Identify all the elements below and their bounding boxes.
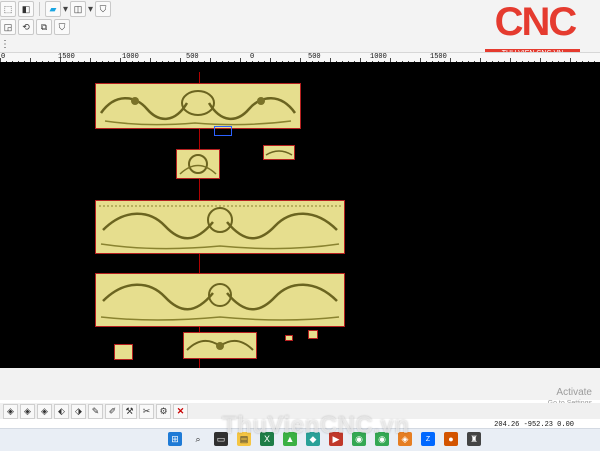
shield-icon[interactable]: ⛉: [95, 1, 112, 17]
bottom-toolbar: ◈ ◈ ◈ ⬖ ⬗ ✎ ✐ ⚒ ✂ ⚙ ✕: [0, 403, 600, 419]
relief-carving: [179, 154, 217, 175]
relief-carving: [99, 205, 341, 250]
toolbar-row-1: ⬚ ◧ ▰ ▾ ◫ ▾ ⛉: [0, 0, 112, 18]
ellipsis-icon: ⋮: [0, 38, 10, 50]
design-canvas[interactable]: [0, 62, 600, 368]
tool-icon[interactable]: ✂: [139, 403, 154, 419]
app-icon[interactable]: ♜: [467, 432, 481, 446]
relief-carving: [100, 283, 340, 321]
relief-carving: [186, 339, 254, 351]
toolbar-separator: [39, 2, 40, 16]
shield-icon[interactable]: ⛉: [54, 19, 70, 35]
move-icon[interactable]: ◫: [70, 1, 87, 17]
activate-windows-title: Activate: [556, 387, 592, 398]
relief-carving: [265, 150, 293, 156]
diamond-icon[interactable]: ◈: [37, 403, 52, 419]
chrome-icon[interactable]: ◉: [352, 432, 366, 446]
relief-tile[interactable]: [285, 335, 293, 341]
tool-icon[interactable]: ✐: [105, 403, 120, 419]
sculpt-icon[interactable]: ⬗: [71, 403, 86, 419]
select-icon[interactable]: ⬚: [0, 1, 16, 17]
ruler-label: 0: [1, 53, 6, 61]
relief-panel-dragon-long-2[interactable]: [95, 273, 345, 327]
tool-icon[interactable]: ✎: [88, 403, 103, 419]
cnc-logo: CNC THU VIEN CNC.VN: [475, 0, 595, 58]
ruler-label: 500: [308, 53, 321, 61]
relief-tile[interactable]: [114, 344, 133, 360]
ruler-label: 1500: [430, 53, 447, 61]
ruler-label: 0: [250, 53, 255, 61]
dropdown-icon[interactable]: ▾: [88, 4, 93, 15]
zalo-icon[interactable]: Z: [421, 432, 435, 446]
search-icon[interactable]: ⌕: [191, 432, 205, 446]
app-icon[interactable]: ▲: [283, 432, 297, 446]
rotate-icon[interactable]: ⟲: [18, 19, 34, 35]
relief-panel-bat[interactable]: [183, 332, 257, 359]
3d-view-icon[interactable]: ◧: [18, 1, 34, 17]
windows-start-icon[interactable]: ⊞: [168, 432, 182, 446]
layer-icon[interactable]: ▰: [45, 1, 61, 17]
chrome-icon[interactable]: ◉: [375, 432, 389, 446]
selection-marker: [214, 126, 232, 136]
relief-tile[interactable]: [308, 330, 318, 339]
relief-panel-dragon-top[interactable]: [95, 83, 301, 129]
tool-icon[interactable]: ⚙: [156, 403, 171, 419]
relief-panel-dragon-long-1[interactable]: [95, 200, 345, 254]
top-toolbar: ⬚ ◧ ▰ ▾ ◫ ▾ ⛉ ◲ ⟲ ⧉ ⛉ ⋮ CNC THU VIEN CNC…: [0, 0, 600, 58]
app-icon[interactable]: ●: [444, 432, 458, 446]
taskbar-apps: ⊞ ⌕ ▭ ▤ X ▲ ◆ ▶ ◉ ◉ ◈ Z ● ♜: [168, 432, 481, 446]
diamond-icon[interactable]: ◈: [20, 403, 35, 419]
ruler-label: 1000: [370, 53, 387, 61]
task-view-icon[interactable]: ▭: [214, 432, 228, 446]
copy-icon[interactable]: ⧉: [36, 19, 52, 35]
file-explorer-icon[interactable]: ▤: [237, 432, 251, 446]
app-icon[interactable]: ◈: [398, 432, 412, 446]
ruler-label: 500: [186, 53, 199, 61]
app-icon[interactable]: ◆: [306, 432, 320, 446]
relief-panel-tiny[interactable]: [263, 145, 295, 160]
toolbar-row-3: ⋮: [0, 35, 10, 53]
delete-icon[interactable]: ✕: [173, 403, 188, 419]
relief-panel-small-medallion[interactable]: [176, 149, 220, 179]
diamond-icon[interactable]: ◈: [3, 403, 18, 419]
scale-icon[interactable]: ◲: [0, 19, 16, 35]
status-area: [0, 368, 600, 400]
app-icon[interactable]: ▶: [329, 432, 343, 446]
tool-icon[interactable]: ⚒: [122, 403, 137, 419]
sculpt-icon[interactable]: ⬖: [54, 403, 69, 419]
toolbar-row-2: ◲ ⟲ ⧉ ⛉: [0, 18, 70, 36]
excel-icon[interactable]: X: [260, 432, 274, 446]
logo-text: CNC: [494, 0, 578, 44]
windows-taskbar: ⊞ ⌕ ▭ ▤ X ▲ ◆ ▶ ◉ ◉ ◈ Z ● ♜: [0, 428, 600, 451]
relief-carving: [99, 90, 297, 126]
ruler-label: 1000: [122, 53, 139, 61]
dropdown-icon[interactable]: ▾: [63, 4, 68, 15]
